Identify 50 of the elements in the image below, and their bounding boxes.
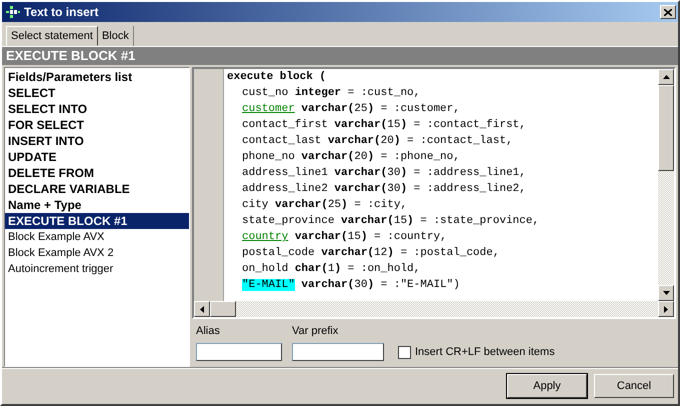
list-item[interactable]: INSERT INTO xyxy=(5,133,189,149)
dialog-button[interactable]: Apply xyxy=(507,374,587,398)
list-item[interactable]: DELETE FROM xyxy=(5,165,189,181)
list-item[interactable]: UPDATE xyxy=(5,149,189,165)
list-item[interactable]: Name + Type xyxy=(5,197,189,213)
code-line: city varchar(25) = :city, xyxy=(241,198,408,213)
app-icon xyxy=(6,6,20,18)
scroll-thumb[interactable] xyxy=(210,301,236,317)
list-item[interactable]: SELECT INTO xyxy=(5,101,189,117)
alias-field[interactable] xyxy=(196,343,282,361)
code-line: contact_first varchar(15) = :contact_first, xyxy=(241,118,527,133)
up-arrow-icon xyxy=(662,75,670,79)
down-arrow-icon xyxy=(662,291,670,295)
tab[interactable]: Select statement xyxy=(6,26,98,46)
section-header: EXECUTE BLOCK #1 xyxy=(2,47,678,65)
code-line: customer varchar(25) = :customer, xyxy=(241,102,461,117)
code-line: address_line1 varchar(30) = :address_line1, xyxy=(241,166,527,181)
list-item[interactable]: SELECT xyxy=(5,85,189,101)
list-item[interactable]: FOR SELECT xyxy=(5,117,189,133)
code-line: phone_no varchar(20) = :phone_no, xyxy=(241,150,461,165)
code-line: "E-MAIL" varchar(30) = :"E-MAIL") xyxy=(241,278,461,293)
list-item[interactable]: EXECUTE BLOCK #1 xyxy=(5,213,189,229)
dialog-button[interactable]: Cancel xyxy=(594,374,674,398)
code-line: cust_no integer = :cust_no, xyxy=(241,86,422,101)
list-item[interactable]: Autoincrement trigger xyxy=(5,261,189,277)
code-line: address_line2 varchar(30) = :address_line2, xyxy=(241,182,527,197)
scroll-thumb[interactable] xyxy=(658,85,674,171)
code-line: country varchar(15) = :country, xyxy=(241,230,448,245)
close-button[interactable] xyxy=(660,5,676,19)
list-item[interactable]: Block Example AVX 2 xyxy=(5,245,189,261)
checkbox[interactable] xyxy=(398,346,411,358)
code-line: contact_last varchar(20) = :contact_last, xyxy=(241,134,514,149)
window-title: Text to insert xyxy=(24,5,100,19)
horizontal-scrollbar[interactable] xyxy=(194,301,674,317)
code-line: on_hold char(1) = :on_hold, xyxy=(241,262,422,277)
left-arrow-icon xyxy=(200,306,204,312)
code-line: postal_code varchar(12) = :postal_code, xyxy=(241,246,500,261)
alias-label: Alias xyxy=(196,325,221,337)
var-prefix-field[interactable] xyxy=(292,343,384,361)
list-item[interactable]: Block Example AVX xyxy=(5,229,189,245)
checkbox-label: Insert CR+LF between items xyxy=(415,346,555,358)
list-item[interactable]: Fields/Parameters list xyxy=(5,69,189,85)
vertical-scrollbar[interactable] xyxy=(658,69,674,301)
close-icon xyxy=(664,8,672,16)
code-editor[interactable] xyxy=(192,67,676,319)
list-item[interactable]: DECLARE VARIABLE xyxy=(5,181,189,197)
var-prefix-label: Var prefix xyxy=(292,325,340,337)
code-line: state_province varchar(15) = :state_province, xyxy=(241,214,540,229)
code-line: execute block ( xyxy=(227,70,328,85)
right-arrow-icon xyxy=(664,306,668,312)
